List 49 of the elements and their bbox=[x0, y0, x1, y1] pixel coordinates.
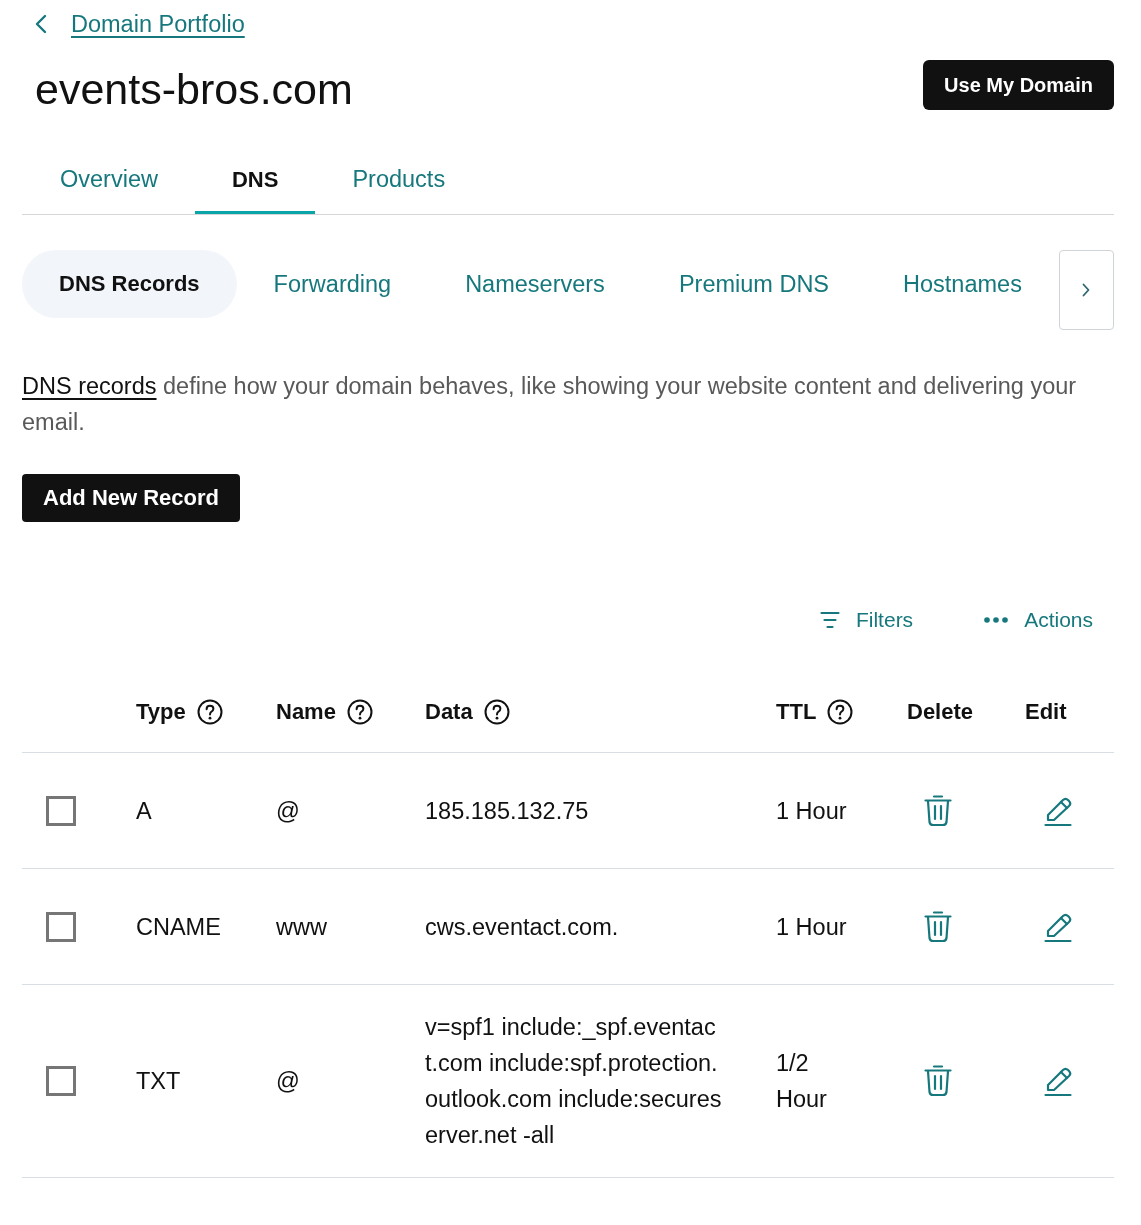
trash-icon[interactable] bbox=[924, 794, 952, 827]
question-mark-icon[interactable] bbox=[346, 699, 373, 725]
question-mark-icon[interactable] bbox=[196, 699, 223, 725]
subtab[interactable]: Forwarding bbox=[236, 250, 429, 318]
question-mark-icon[interactable] bbox=[483, 699, 510, 725]
add-new-record-button[interactable]: Add New Record bbox=[22, 474, 241, 522]
ellipsis-icon bbox=[984, 617, 1009, 623]
subtab[interactable]: Nameservers bbox=[428, 250, 642, 318]
dns-records-link[interactable]: DNS records bbox=[22, 373, 157, 399]
intro-text: DNS records define how your domain behaves, like showing your website content and delivering your email. bbox=[22, 372, 1078, 437]
tab[interactable]: Overview bbox=[23, 148, 195, 214]
table-cell-text: 1 Hour bbox=[776, 912, 848, 942]
table-cell-text: 1 Hour bbox=[776, 796, 848, 826]
domain-title: events-bros.com bbox=[35, 64, 353, 114]
tab[interactable]: DNS bbox=[194, 148, 316, 214]
column-header: Delete bbox=[907, 698, 974, 726]
tab[interactable]: Products bbox=[315, 148, 483, 214]
chevron-left-icon[interactable] bbox=[35, 14, 47, 34]
table-cell-text: 185.185.132.75 bbox=[425, 796, 590, 826]
table-cell-text: v=spf1 include:_spf.eventact.com include:spf.protection.outlook.com include:secureserver.net -all bbox=[425, 1013, 723, 1150]
table-cell-text: 1/2 Hour bbox=[776, 1049, 828, 1114]
table-cell-text: TXT bbox=[136, 1067, 182, 1096]
chevron-right-icon bbox=[1082, 283, 1091, 297]
checkbox[interactable] bbox=[46, 911, 76, 942]
subtab[interactable]: Premium DNS bbox=[641, 250, 867, 318]
subtab[interactable]: DNS Records bbox=[22, 250, 237, 318]
table-cell-text: CNAME bbox=[136, 912, 222, 942]
filter-icon bbox=[819, 611, 840, 629]
pencil-icon[interactable] bbox=[1044, 1065, 1072, 1097]
checkbox[interactable] bbox=[46, 1066, 76, 1096]
question-mark-icon[interactable] bbox=[827, 699, 854, 725]
table-cell-text: cws.eventact.com. bbox=[425, 912, 620, 942]
column-header: Name bbox=[276, 698, 336, 726]
breadcrumb-link[interactable]: Domain Portfolio bbox=[71, 9, 245, 39]
actions-button[interactable]: Actions bbox=[972, 598, 1105, 642]
use-my-domain-button[interactable]: Use My Domain bbox=[923, 60, 1114, 110]
column-header: Type bbox=[136, 698, 186, 726]
table-cell-text: www bbox=[276, 912, 328, 942]
column-header: TTL bbox=[776, 698, 817, 726]
column-header: Data bbox=[425, 698, 473, 726]
trash-icon[interactable] bbox=[924, 910, 952, 943]
checkbox[interactable] bbox=[46, 795, 76, 826]
filters-button[interactable]: Filters bbox=[807, 598, 926, 642]
subtab[interactable]: Hostnames bbox=[866, 250, 1059, 318]
table-cell-text: @ bbox=[276, 796, 301, 826]
column-header: Edit bbox=[1025, 698, 1067, 726]
table-cell-text: A bbox=[136, 796, 153, 826]
trash-icon[interactable] bbox=[924, 1065, 952, 1097]
table-cell-text: @ bbox=[276, 1067, 301, 1096]
